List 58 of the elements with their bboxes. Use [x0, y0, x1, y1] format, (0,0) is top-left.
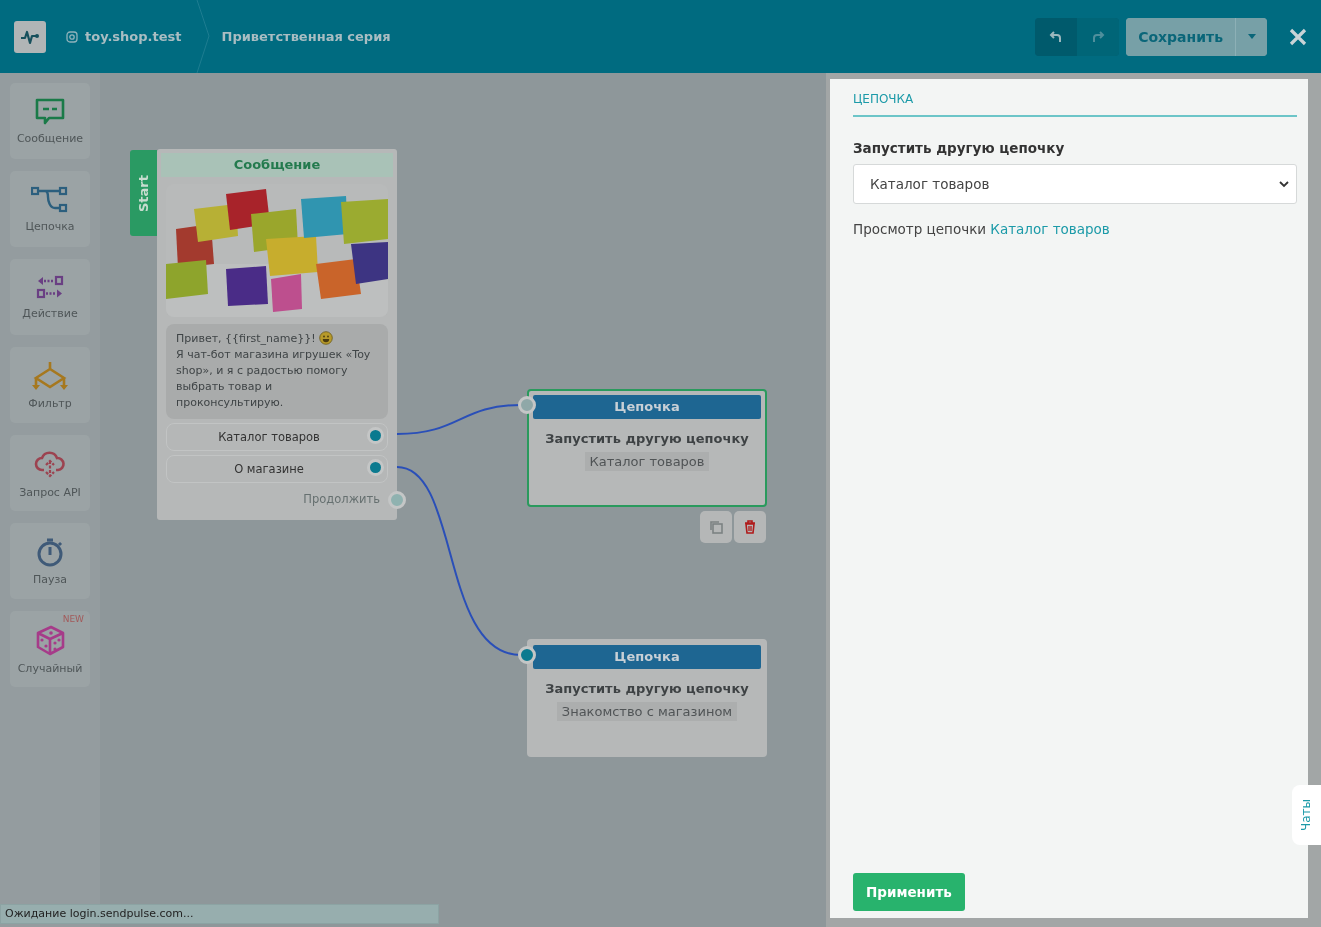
output-port[interactable]	[370, 430, 381, 441]
output-port[interactable]	[388, 491, 406, 509]
logo-icon[interactable]	[14, 20, 46, 53]
status-bar: Ожидание login.sendpulse.com...	[0, 904, 439, 924]
arrows-icon	[36, 274, 64, 301]
node-action: Запустить другую цепочку	[544, 681, 750, 696]
chain-link[interactable]: Каталог товаров	[990, 221, 1110, 237]
continue-label: Продолжить	[303, 492, 380, 506]
view-chain-text: Просмотр цепочки Каталог товаров	[853, 221, 1111, 237]
redo-button[interactable]	[1077, 17, 1120, 56]
node-title: Цепочка	[533, 395, 761, 419]
instagram-icon	[66, 30, 78, 43]
branch-icon	[31, 185, 69, 214]
account-name[interactable]: toy.shop.test	[85, 29, 182, 44]
caret-icon	[1247, 34, 1256, 39]
block-tile[interactable]: Действие	[10, 259, 90, 335]
undo-icon	[1049, 29, 1064, 44]
block-tile[interactable]: Цепочка	[10, 171, 90, 247]
message-node[interactable]: Сообщение Привет, {{first_name}}! Я чат-бот магазина игрушек «Toy shop», и я с радостью помогу выбрать товар и проконсультирую. Каталог товаров О магазине Продолжить	[157, 149, 397, 520]
chain-target: Каталог товаров	[584, 452, 710, 471]
apply-button[interactable]: Применить	[853, 873, 965, 911]
message-text: Привет, {{first_name}}! Я чат-бот магазина игрушек «Toy shop», и я с радостью помогу выбрать товар и проконсультирую.	[176, 331, 372, 411]
close-icon[interactable]	[1289, 27, 1307, 46]
field-label: Запустить другую цепочку	[853, 140, 1066, 156]
node-title: Сообщение	[161, 153, 393, 177]
input-port[interactable]	[518, 646, 536, 664]
stopwatch-icon	[35, 536, 65, 567]
panel-tab[interactable]: ЦЕПОЧКА	[853, 92, 914, 106]
chain-node[interactable]: Цепочка Запустить другую цепочку Знакомство с магазином	[527, 639, 767, 757]
block-tile[interactable]: Фильтр	[10, 347, 90, 423]
new-label: NEW	[62, 614, 84, 624]
flow-title: Приветственная серия	[221, 29, 391, 44]
trash-icon	[743, 520, 757, 534]
quick-reply-button[interactable]: О магазине	[166, 455, 388, 483]
input-port[interactable]	[518, 396, 536, 414]
quick-reply-button[interactable]: Каталог товаров	[166, 423, 388, 451]
delete-button[interactable]	[734, 511, 766, 543]
block-tile[interactable]: Пауза	[10, 523, 90, 599]
save-options-button[interactable]	[1235, 17, 1267, 56]
output-port[interactable]	[370, 462, 381, 473]
block-tile[interactable]: Сообщение	[10, 83, 90, 159]
chain-select[interactable]: Каталог товаров	[853, 164, 1297, 204]
chevron-down-icon	[1279, 180, 1289, 188]
chain-node[interactable]: Цепочка Запустить другую цепочку Каталог товаров	[527, 389, 767, 507]
message-icon	[35, 97, 65, 126]
copy-button[interactable]	[700, 511, 732, 543]
smiley-icon	[318, 331, 333, 345]
node-action: Запустить другую цепочку	[544, 431, 750, 446]
filter-icon	[30, 360, 70, 391]
block-tile[interactable]: NEW Случайный	[10, 611, 90, 687]
copy-icon	[709, 520, 723, 534]
node-title: Цепочка	[533, 645, 761, 669]
undo-button[interactable]	[1035, 17, 1078, 56]
dice-icon	[34, 623, 66, 656]
redo-icon	[1091, 29, 1106, 44]
block-tile[interactable]: Запрос API	[10, 435, 90, 511]
chain-target: Знакомство с магазином	[556, 702, 738, 721]
chats-tab[interactable]: Чаты	[1292, 785, 1321, 845]
